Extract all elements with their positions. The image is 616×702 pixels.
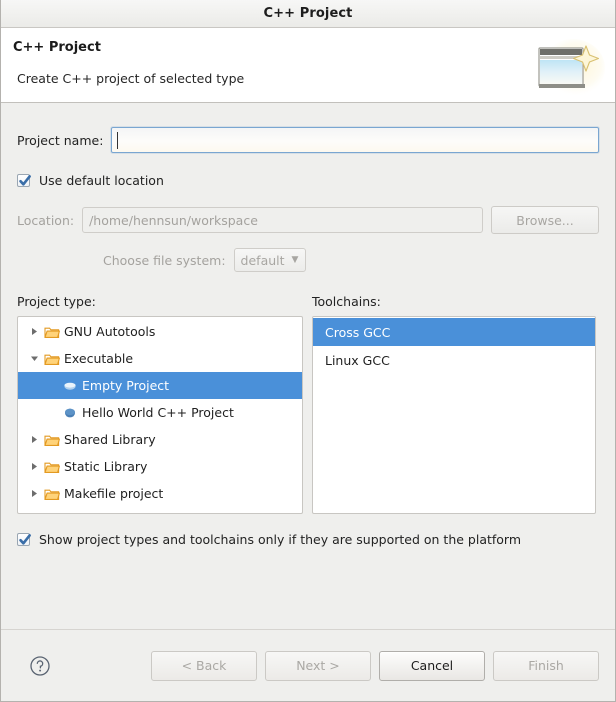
project-template-icon [60,407,80,419]
next-button: Next > [265,650,371,681]
use-default-location-checkbox[interactable] [17,174,31,187]
show-supported-label: Show project types and toolchains only i… [39,532,522,547]
use-default-location-label: Use default location [39,173,164,188]
show-supported-checkbox[interactable] [17,533,31,546]
twisty-expanded-icon[interactable] [26,354,42,363]
folder-icon [42,352,62,366]
cancel-button[interactable]: Cancel [379,650,485,681]
project-type-item-label: Hello World C++ Project [82,405,234,420]
project-type-item-label: GNU Autotools [64,324,156,339]
toolchains-panel: Toolchains: Cross GCC Linux GCC [312,294,596,514]
file-system-label: Choose file system: [103,252,226,268]
project-template-icon [60,380,80,392]
toolchain-item-label: Cross GCC [325,324,391,340]
use-default-location-row[interactable]: Use default location [17,173,599,188]
toolchains-label: Toolchains: [312,294,381,309]
help-circle-icon[interactable] [27,653,53,679]
folder-icon [42,433,62,447]
project-type-item[interactable]: Shared Library [18,426,302,453]
project-type-item[interactable]: Static Library [18,453,302,480]
page-title: C++ Project [13,40,101,55]
chevron-down-icon: ▼ [291,254,299,265]
project-type-tree[interactable]: GNU Autotools Executable Empty Project Hell… [17,316,303,514]
project-type-item-label: Empty Project [82,378,170,393]
footer-button-group: < Back Next > Cancel Finish [151,650,599,681]
project-name-label: Project name: [17,132,104,148]
text-caret [117,132,119,149]
project-type-label: Project type: [17,294,96,309]
location-input[interactable]: /home/hennsun/workspace [82,207,483,233]
folder-icon [42,325,62,339]
dialog-title: C++ Project [263,6,353,21]
project-type-item[interactable]: Makefile project [18,480,302,507]
dialog-footer: < Back Next > Cancel Finish [1,629,615,701]
twisty-collapsed-icon[interactable] [26,435,42,444]
folder-icon [42,487,62,501]
project-type-item-label: Static Library [64,459,148,474]
back-button: < Back [151,650,257,681]
project-type-panel: Project type: GNU Autotools Executable Emp… [17,294,303,514]
finish-button-label: Finish [528,658,564,673]
show-supported-row[interactable]: Show project types and toolchains only i… [17,532,599,547]
toolchain-item-label: Linux GCC [325,352,390,368]
next-button-label: Next > [296,658,340,673]
project-name-row: Project name: [17,127,599,153]
project-type-item-label: Executable [64,351,134,366]
new-cpp-project-wizard-icon [529,38,607,102]
wizard-body: Project name: Use default location Locat… [1,103,615,629]
finish-button: Finish [493,650,599,681]
toolchain-item[interactable]: Linux GCC [313,346,595,374]
folder-icon [42,460,62,474]
file-system-row: Choose file system: default ▼ [17,248,599,272]
twisty-collapsed-icon[interactable] [26,327,42,336]
back-button-label: < Back [181,658,227,673]
location-row: Location: /home/hennsun/workspace Browse… [17,206,599,234]
project-name-input[interactable] [111,127,599,153]
toolchain-item[interactable]: Cross GCC [313,318,595,346]
dialog-titlebar: C++ Project [1,0,615,28]
project-type-item[interactable]: Empty Project [18,372,302,399]
wizard-header: C++ Project Create C++ project of select… [1,28,615,103]
selection-panels: Project type: GNU Autotools Executable Emp… [17,294,599,514]
location-value: /home/hennsun/workspace [89,212,258,228]
toolchains-list[interactable]: Cross GCC Linux GCC [312,316,596,514]
location-label: Location: [17,212,75,228]
browse-button-label: Browse... [516,212,574,228]
file-system-select[interactable]: default ▼ [233,248,306,272]
project-type-item-label: Shared Library [64,432,156,447]
project-type-item-label: Makefile project [64,486,164,501]
cancel-button-label: Cancel [410,658,454,673]
file-system-value: default [240,252,285,268]
twisty-collapsed-icon[interactable] [26,462,42,471]
twisty-collapsed-icon[interactable] [26,489,42,498]
project-type-item[interactable]: Executable [18,345,302,372]
page-description: Create C++ project of selected type [17,71,245,86]
cpp-project-wizard-dialog: C++ Project C++ Project Create C++ proje… [0,0,616,702]
project-type-item[interactable]: GNU Autotools [18,318,302,345]
project-type-item[interactable]: Hello World C++ Project [18,399,302,426]
browse-button[interactable]: Browse... [491,206,599,234]
